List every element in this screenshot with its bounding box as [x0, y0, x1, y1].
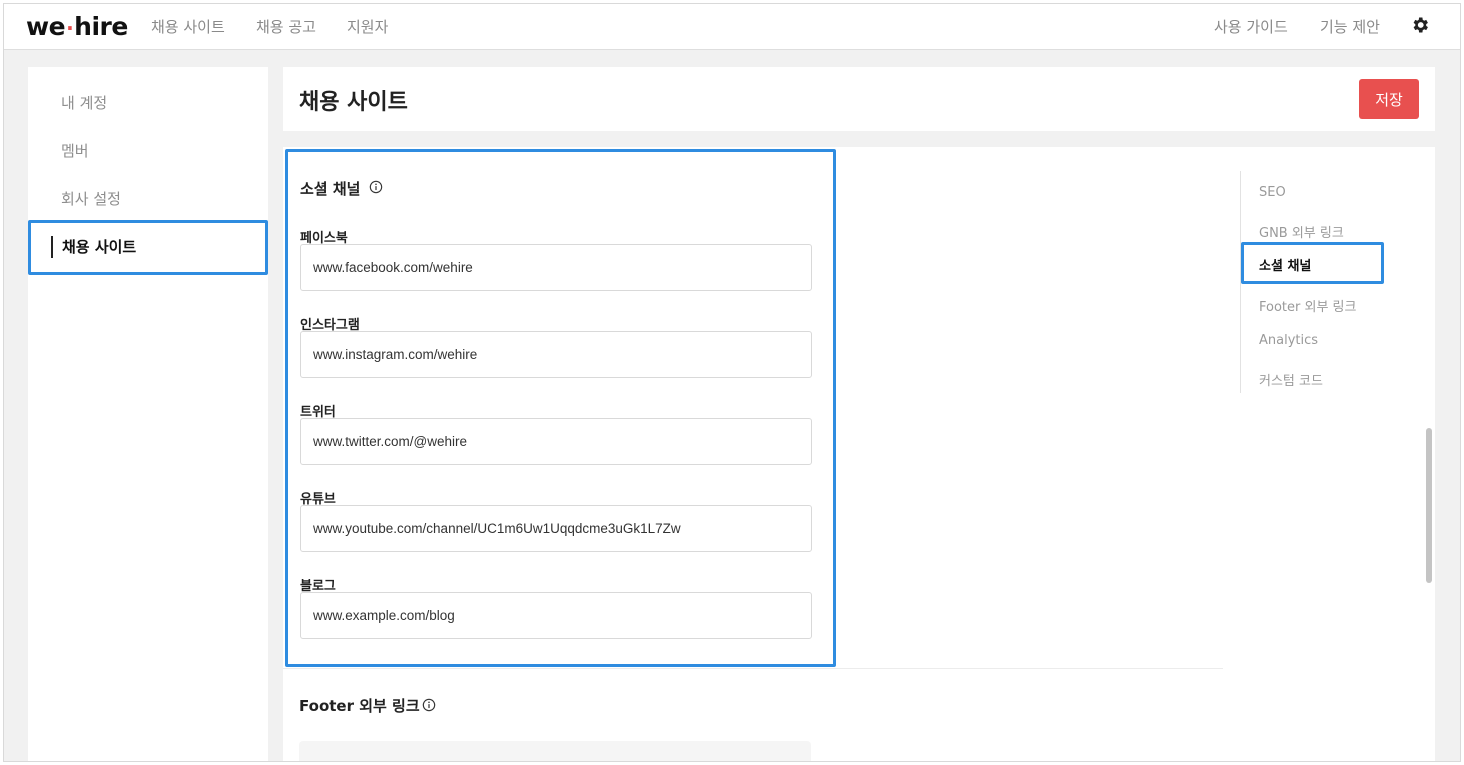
page-title: 채용 사이트 — [299, 90, 408, 115]
logo-text-we: we — [26, 12, 66, 41]
page-header: 채용 사이트 저장 — [283, 67, 1435, 131]
wehire-logo[interactable]: we·hire — [26, 12, 128, 41]
active-indicator — [51, 236, 53, 258]
section-divider — [283, 668, 1223, 669]
social-channels-section: 소셜 채널 페이스북 인스타그램 트위터 유튜브 블로그 — [285, 149, 836, 667]
vertical-scrollbar[interactable] — [1426, 428, 1432, 583]
settings-sidebar: 내 계정 멤버 회사 설정 채용 사이트 — [28, 67, 268, 761]
sidebar-item-careers-site[interactable]: 채용 사이트 — [28, 220, 268, 275]
save-button[interactable]: 저장 — [1359, 79, 1419, 119]
instagram-url-input[interactable] — [300, 331, 812, 378]
toc-item-analytics[interactable]: Analytics — [1259, 333, 1318, 348]
app-window: we·hire 채용 사이트 채용 공고 지원자 사용 가이드 기능 제안 내 … — [3, 3, 1461, 762]
footer-link-panel — [299, 741, 811, 761]
settings-content: 소셜 채널 페이스북 인스타그램 트위터 유튜브 블로그 Footer 외부 링… — [283, 147, 1435, 761]
nav-link-careers-site[interactable]: 채용 사이트 — [151, 16, 225, 37]
toc-item-seo[interactable]: SEO — [1259, 185, 1286, 200]
nav-link-feature-request[interactable]: 기능 제안 — [1320, 16, 1380, 37]
logo-dot: · — [66, 16, 74, 40]
section-nav: SEO GNB 외부 링크 소셜 채널 Footer 외부 링크 Analyti… — [1240, 171, 1430, 393]
nav-link-applicants[interactable]: 지원자 — [347, 16, 388, 37]
nav-link-user-guide[interactable]: 사용 가이드 — [1214, 16, 1288, 37]
blog-url-input[interactable] — [300, 592, 812, 639]
facebook-url-input[interactable] — [300, 244, 812, 291]
logo-text-hire: hire — [74, 12, 128, 41]
sidebar-item-label: 채용 사이트 — [62, 238, 137, 256]
toc-item-social-channels[interactable]: 소셜 채널 — [1241, 242, 1384, 284]
gear-icon[interactable] — [1410, 15, 1430, 35]
footer-links-title: Footer 외부 링크 — [299, 697, 420, 715]
twitter-url-input[interactable] — [300, 418, 812, 465]
top-navigation: we·hire 채용 사이트 채용 공고 지원자 사용 가이드 기능 제안 — [4, 4, 1460, 50]
sidebar-item-my-account[interactable]: 내 계정 — [61, 92, 107, 113]
info-icon[interactable] — [422, 698, 436, 712]
sidebar-item-company-settings[interactable]: 회사 설정 — [61, 188, 121, 209]
info-icon[interactable] — [369, 180, 383, 194]
section-title: 소셜 채널 — [300, 180, 361, 198]
sidebar-item-members[interactable]: 멤버 — [61, 140, 89, 161]
toc-item-custom-code[interactable]: 커스텀 코드 — [1259, 370, 1323, 389]
youtube-url-input[interactable] — [300, 505, 812, 552]
toc-item-label: 소셜 채널 — [1259, 259, 1312, 274]
nav-link-job-postings[interactable]: 채용 공고 — [256, 16, 316, 37]
toc-item-gnb-links[interactable]: GNB 외부 링크 — [1259, 222, 1344, 241]
toc-item-footer-links[interactable]: Footer 외부 링크 — [1259, 296, 1356, 315]
